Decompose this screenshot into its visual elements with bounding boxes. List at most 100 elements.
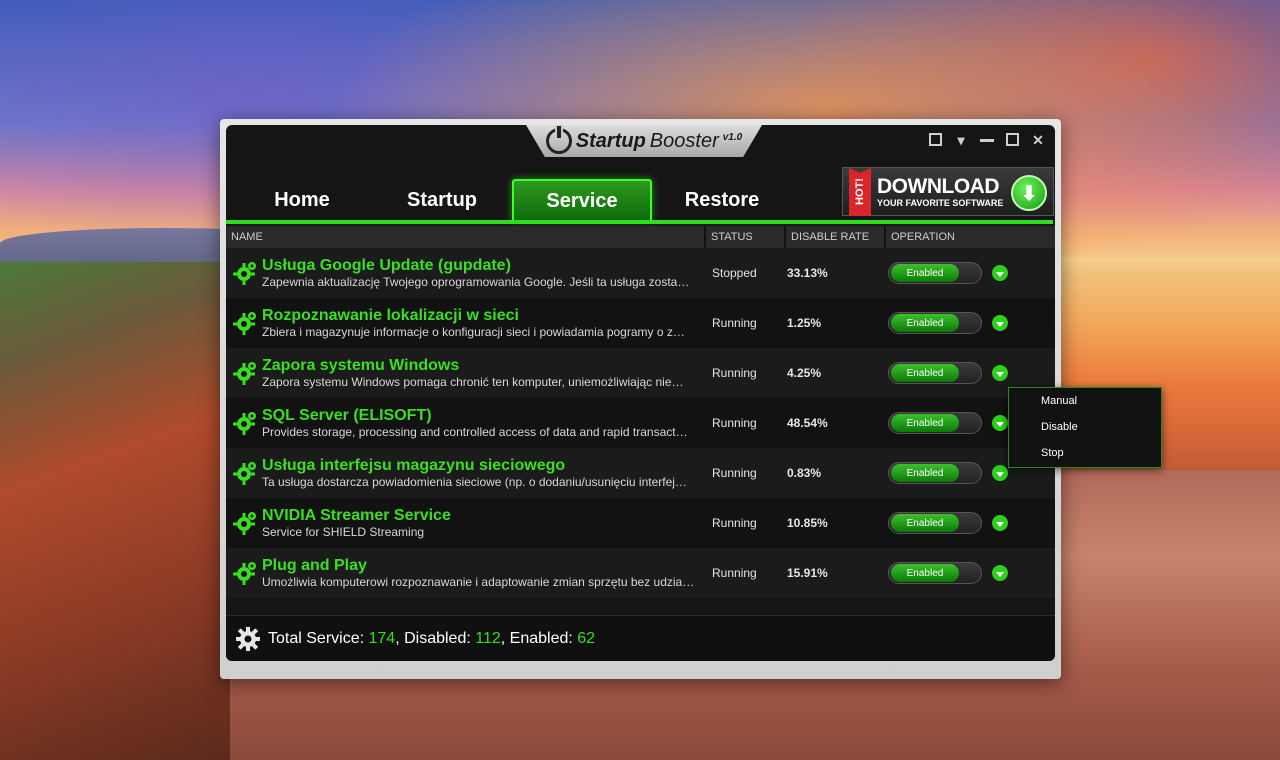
gear-icon	[232, 410, 258, 436]
toggle-label: Enabled	[891, 264, 959, 282]
chevron-down-icon[interactable]	[992, 565, 1008, 581]
table-row[interactable]: Zapora systemu Windows Zapora systemu Wi…	[226, 348, 1055, 398]
main-nav: Home Startup Service Restore	[232, 179, 792, 221]
download-arrow-icon[interactable]: ⬇	[1011, 175, 1047, 211]
table-row[interactable]: Plug and Play Umożliwia komputerowi rozp…	[226, 548, 1055, 598]
tab-startup[interactable]: Startup	[372, 179, 512, 221]
gear-icon	[232, 360, 258, 386]
gear-icon	[232, 460, 258, 486]
operation-toggle[interactable]: Enabled	[888, 512, 982, 534]
minimize-icon[interactable]	[980, 133, 994, 142]
window-controls: ▾ ✕	[929, 133, 1045, 147]
tab-service[interactable]: Service	[512, 179, 652, 221]
table-row[interactable]: Usługa interfejsu magazynu sieciowego Ta…	[226, 448, 1055, 498]
header-name[interactable]: NAME	[226, 226, 706, 248]
chevron-down-icon[interactable]	[992, 365, 1008, 381]
menu-item-stop[interactable]: Stop	[1009, 440, 1161, 466]
table-header: NAME STATUS DISABLE RATE OPERATION	[226, 226, 1055, 248]
service-status: Running	[712, 516, 757, 530]
app-window: Startup Booster v1.0 ▾ ✕ Home Startup Se…	[226, 125, 1055, 661]
menu-item-manual[interactable]: Manual	[1009, 388, 1161, 414]
chevron-down-icon[interactable]	[992, 265, 1008, 281]
title-bold: Startup	[575, 129, 646, 152]
disabled-count: 112	[475, 629, 501, 647]
chevron-down-icon[interactable]	[992, 315, 1008, 331]
service-name: Rozpoznawanie lokalizacji w sieci	[262, 307, 519, 324]
service-text: Rozpoznawanie lokalizacji w sieci Zbiera…	[262, 307, 702, 339]
service-description: Service for SHIELD Streaming	[262, 525, 425, 539]
menu-item-disable[interactable]: Disable	[1009, 414, 1161, 440]
service-description: Zapora systemu Windows pomaga chronić te…	[262, 375, 684, 389]
nav-underline	[226, 220, 1053, 224]
header-status[interactable]: STATUS	[706, 226, 786, 248]
service-disable-rate: 15.91%	[787, 566, 828, 580]
compact-mode-icon[interactable]	[929, 133, 942, 146]
download-text: DOWNLOAD YOUR FAVORITE SOFTWARE	[877, 174, 1004, 208]
status-bar: Total Service: 174, Disabled: 112, Enabl…	[226, 615, 1055, 661]
version-label: v1.0	[722, 132, 743, 143]
service-disable-rate: 33.13%	[787, 266, 828, 280]
download-title: DOWNLOAD	[877, 174, 999, 198]
service-name: Zapora systemu Windows	[262, 357, 460, 374]
table-row[interactable]: Usługa Google Update (gupdate) Zapewnia …	[226, 248, 1055, 298]
service-disable-rate: 10.85%	[787, 516, 828, 530]
chevron-down-icon[interactable]	[992, 515, 1008, 531]
operation-toggle[interactable]: Enabled	[888, 362, 982, 384]
app-title: Startup Booster v1.0	[545, 126, 743, 154]
operation-toggle[interactable]: Enabled	[888, 412, 982, 434]
service-disable-rate: 48.54%	[787, 416, 828, 430]
gear-icon	[234, 625, 262, 653]
service-description: Ta usługa dostarcza powiadomienia siecio…	[262, 475, 687, 489]
table-row[interactable]: SQL Server (ELISOFT) Provides storage, p…	[226, 398, 1055, 448]
header-disable-rate[interactable]: DISABLE RATE	[786, 226, 886, 248]
power-icon	[545, 126, 572, 154]
chevron-down-icon[interactable]	[992, 465, 1008, 481]
service-text: Plug and Play Umożliwia komputerowi rozp…	[262, 557, 702, 589]
background-shore	[0, 262, 230, 760]
gear-icon	[232, 560, 258, 586]
service-disable-rate: 1.25%	[787, 316, 822, 330]
service-name: Plug and Play	[262, 557, 367, 574]
service-status: Running	[712, 316, 757, 330]
total-label: Total Service:	[268, 629, 365, 647]
service-text: SQL Server (ELISOFT) Provides storage, p…	[262, 407, 702, 439]
menu-dropdown-icon[interactable]: ▾	[954, 133, 968, 147]
service-status: Running	[712, 366, 757, 380]
close-icon[interactable]: ✕	[1031, 133, 1045, 147]
operation-toggle[interactable]: Enabled	[888, 462, 982, 484]
service-summary: Total Service: 174, Disabled: 112, Enabl…	[268, 629, 596, 647]
service-name: SQL Server (ELISOFT)	[262, 407, 432, 424]
hot-ribbon: HOT!	[849, 168, 871, 216]
gear-icon	[232, 510, 258, 536]
chevron-down-icon[interactable]	[992, 415, 1008, 431]
service-text: Zapora systemu Windows Zapora systemu Wi…	[262, 357, 702, 389]
service-name: Usługa interfejsu magazynu sieciowego	[262, 457, 566, 474]
maximize-icon[interactable]	[1006, 133, 1019, 146]
operation-toggle[interactable]: Enabled	[888, 262, 982, 284]
service-status: Running	[712, 566, 757, 580]
toggle-label: Enabled	[891, 364, 959, 382]
operation-toggle[interactable]: Enabled	[888, 562, 982, 584]
service-description: Provides storage, processing and control…	[262, 425, 688, 439]
toggle-label: Enabled	[891, 564, 959, 582]
enabled-count: 62	[577, 629, 596, 647]
service-list: Usługa Google Update (gupdate) Zapewnia …	[226, 248, 1055, 612]
table-row[interactable]: NVIDIA Streamer Service Service for SHIE…	[226, 498, 1055, 548]
service-description: Umożliwia komputerowi rozpoznawanie i ad…	[262, 575, 695, 589]
download-banner[interactable]: HOT! DOWNLOAD YOUR FAVORITE SOFTWARE ⬇	[842, 167, 1054, 216]
title-light: Booster	[649, 129, 719, 152]
title-bar[interactable]: Startup Booster v1.0	[526, 125, 762, 157]
service-text: Usługa interfejsu magazynu sieciowego Ta…	[262, 457, 702, 489]
operation-toggle[interactable]: Enabled	[888, 312, 982, 334]
header-operation[interactable]: OPERATION	[886, 226, 1055, 248]
tab-restore[interactable]: Restore	[652, 179, 792, 221]
table-row[interactable]: Rozpoznawanie lokalizacji w sieci Zbiera…	[226, 298, 1055, 348]
download-subtitle: YOUR FAVORITE SOFTWARE	[877, 197, 1004, 208]
service-status: Running	[712, 416, 757, 430]
service-disable-rate: 0.83%	[787, 466, 822, 480]
tab-home[interactable]: Home	[232, 179, 372, 221]
operation-context-menu: Manual Disable Stop	[1008, 387, 1162, 468]
service-description: Zbiera i magazynuje informacje o konfigu…	[262, 325, 685, 339]
toggle-label: Enabled	[891, 414, 959, 432]
service-status: Stopped	[712, 266, 757, 280]
